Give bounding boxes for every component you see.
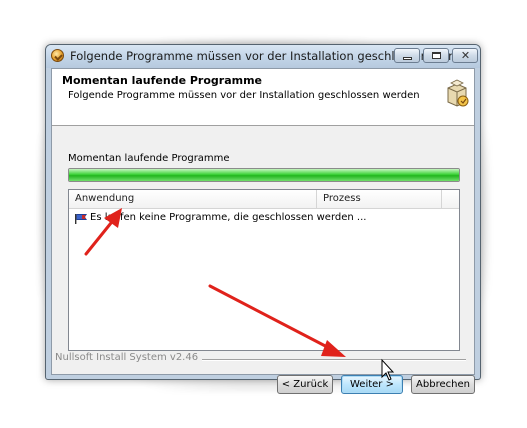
next-button[interactable]: Weiter > (341, 375, 403, 394)
installer-window: Folgende Programme müssen vor der Instal… (45, 44, 481, 394)
column-divider[interactable] (316, 190, 317, 208)
footer-divider (180, 359, 466, 361)
nsis-version-label: Nullsoft Install System v2.46 (55, 352, 203, 363)
maximize-icon (432, 52, 441, 59)
list-header: Anwendung Prozess (69, 190, 459, 209)
column-divider[interactable] (441, 190, 442, 208)
flag-icon (75, 214, 87, 224)
page-subtitle: Folgende Programme müssen vor der Instal… (68, 90, 420, 101)
progress-bar (68, 168, 460, 182)
page-title: Momentan laufende Programme (62, 74, 263, 87)
title-bar[interactable]: Folgende Programme müssen vor der Instal… (46, 45, 480, 68)
cancel-button[interactable]: Abbrechen (411, 375, 475, 394)
list-item-label: Es laufen keine Programme, die geschloss… (90, 212, 367, 223)
minimize-icon (403, 57, 412, 60)
maximize-button[interactable] (423, 48, 449, 63)
minimize-button[interactable] (394, 48, 420, 63)
list-item[interactable]: Es laufen keine Programme, die geschloss… (69, 211, 459, 227)
page-header: Momentan laufende Programme Folgende Pro… (52, 69, 474, 126)
installer-shield-icon (51, 49, 64, 62)
close-button[interactable]: ✕ (452, 48, 478, 63)
installer-box-icon (447, 79, 469, 107)
column-header-application[interactable]: Anwendung (75, 193, 134, 204)
column-header-process[interactable]: Prozess (323, 193, 361, 204)
close-icon: ✕ (460, 49, 471, 62)
dialog-client: Momentan laufende Programme Folgende Pro… (51, 68, 475, 394)
back-button[interactable]: < Zurück (277, 375, 333, 394)
running-programs-list[interactable]: Anwendung Prozess Es laufen keine Progra… (68, 189, 460, 351)
progress-label: Momentan laufende Programme (68, 153, 230, 164)
progress-fill (69, 169, 459, 181)
